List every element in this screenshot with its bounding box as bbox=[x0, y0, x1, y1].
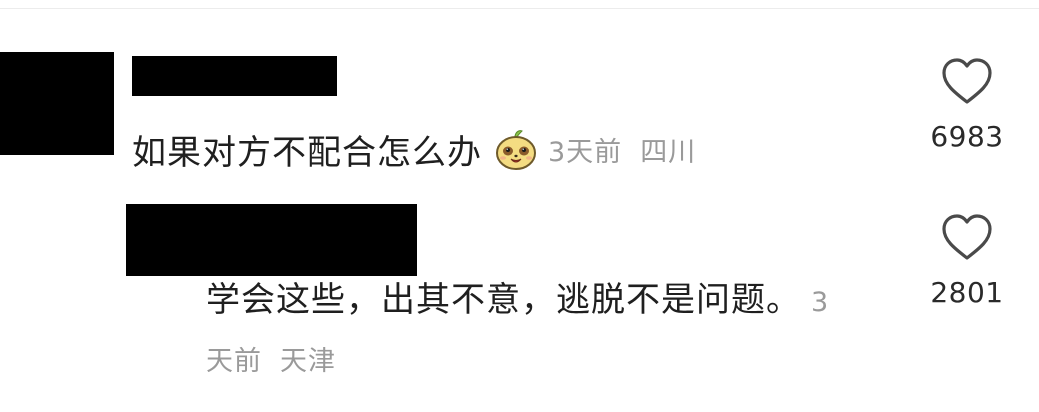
heart-outline-icon[interactable] bbox=[940, 56, 994, 106]
like-count: 2801 bbox=[930, 276, 1004, 309]
like-count: 6983 bbox=[930, 120, 1004, 153]
redacted-reply-header[interactable] bbox=[126, 204, 417, 276]
comment-location: 四川 bbox=[640, 136, 697, 168]
redacted-avatar[interactable] bbox=[0, 52, 114, 155]
comment-text: 如果对方不配合怎么办 bbox=[132, 132, 482, 173]
reply-location: 天津 bbox=[280, 346, 336, 377]
comment-body[interactable]: 如果对方不配合怎么办 3天前 四川 bbox=[132, 124, 696, 174]
heart-outline-icon[interactable] bbox=[940, 212, 994, 262]
like-button[interactable]: 2801 bbox=[912, 212, 1022, 309]
like-button[interactable]: 6983 bbox=[912, 56, 1022, 153]
smiling-mango-emoji-icon bbox=[494, 127, 538, 171]
reply-text: 学会这些，出其不意，逃脱不是问题。 bbox=[206, 280, 801, 320]
comment-timestamp: 3天前 bbox=[548, 136, 623, 168]
reply-body[interactable]: 学会这些，出其不意，逃脱不是问题。 3天前 天津 bbox=[206, 272, 846, 390]
top-divider bbox=[0, 8, 1039, 9]
redacted-username[interactable] bbox=[132, 56, 337, 96]
